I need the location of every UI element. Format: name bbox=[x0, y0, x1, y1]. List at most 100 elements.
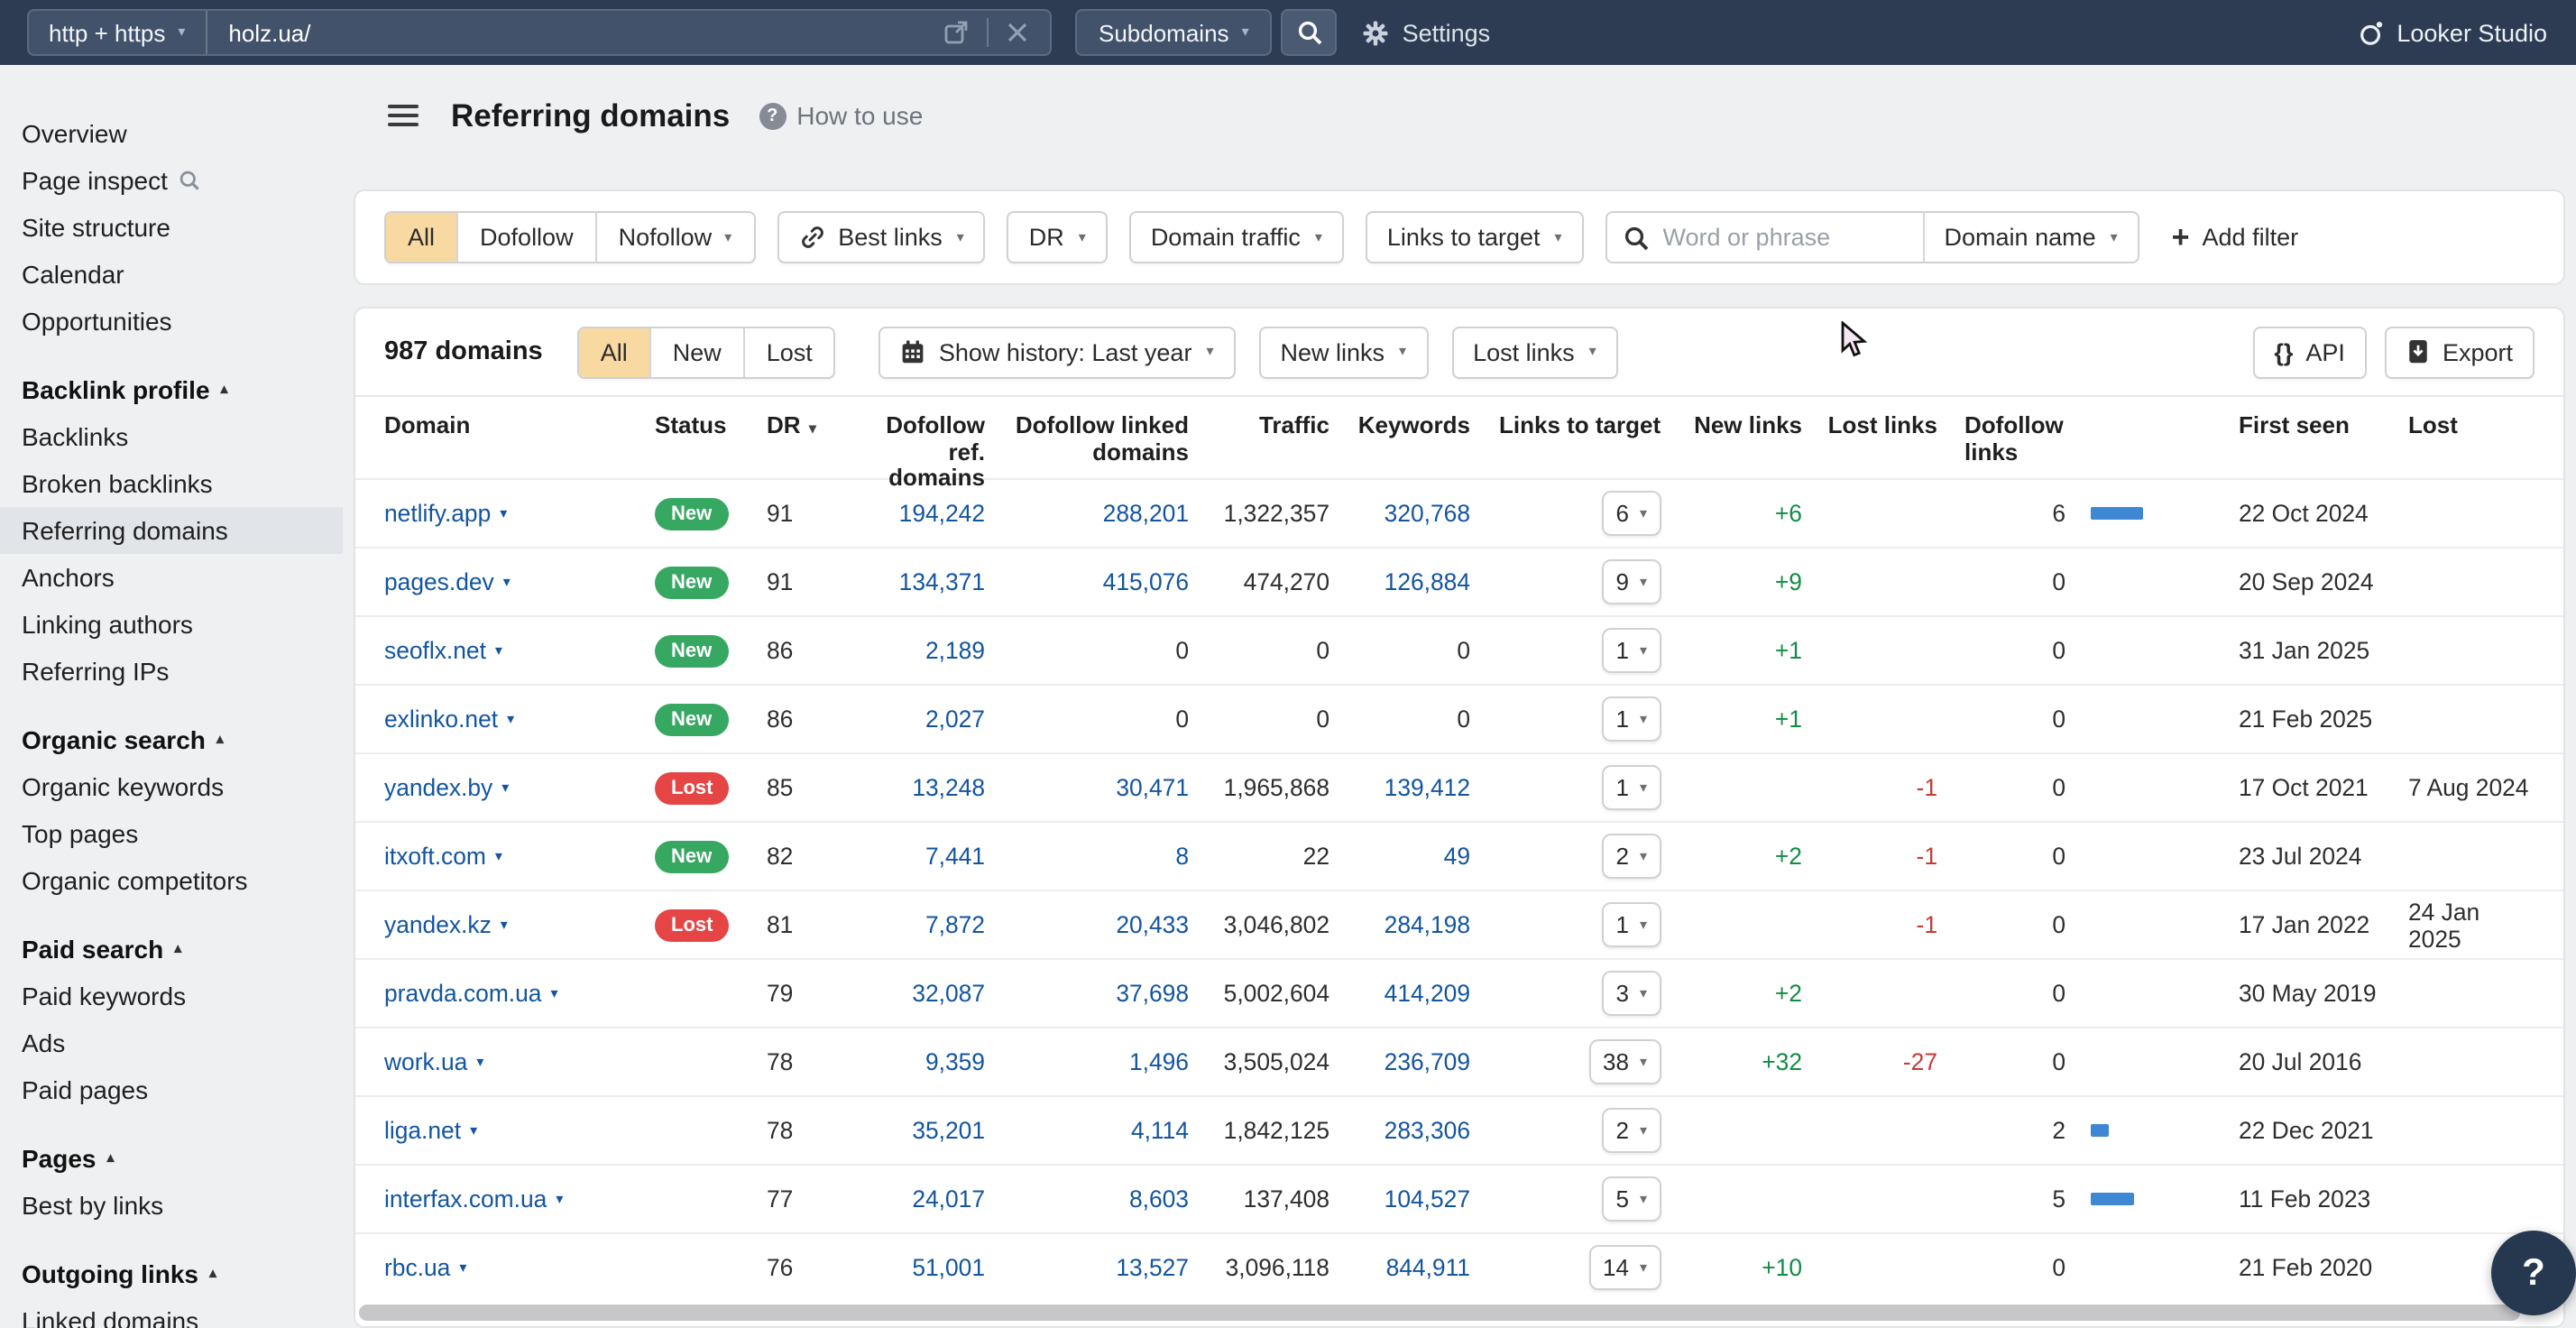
new-links-value[interactable]: +10 bbox=[1679, 1254, 1802, 1281]
search-button[interactable] bbox=[1282, 9, 1338, 56]
how-to-use-link[interactable]: ? How to use bbox=[759, 101, 923, 130]
sidebar-item-calendar[interactable]: Calendar bbox=[0, 251, 343, 298]
keywords-link[interactable]: 104,527 bbox=[1329, 1185, 1470, 1213]
horizontal-scrollbar[interactable] bbox=[359, 1305, 2520, 1321]
col-links-to-target[interactable]: Links to target bbox=[1470, 413, 1679, 439]
dofollow-linked-domains-link[interactable]: 30,471 bbox=[985, 774, 1189, 801]
sidebar-section-paid-search[interactable]: Paid search▴ bbox=[0, 926, 343, 973]
segment-all[interactable]: All bbox=[386, 213, 456, 262]
segment-nofollow[interactable]: Nofollow ▾ bbox=[595, 213, 754, 262]
domain-link[interactable]: liga.net ▾ bbox=[384, 1117, 655, 1144]
sidebar-item-organic-competitors[interactable]: Organic competitors bbox=[0, 857, 343, 904]
new-links-value[interactable]: +1 bbox=[1679, 706, 1802, 733]
dofollow-ref-domains-link[interactable]: 35,201 bbox=[850, 1117, 985, 1144]
dofollow-linked-domains-link[interactable]: 0 bbox=[985, 637, 1189, 664]
links-to-target-select[interactable]: 38 ▾ bbox=[1588, 1039, 1661, 1084]
word-or-phrase-input[interactable] bbox=[1649, 213, 1923, 262]
sidebar-item-top-pages[interactable]: Top pages bbox=[0, 810, 343, 857]
dofollow-ref-domains-link[interactable]: 32,087 bbox=[850, 980, 985, 1007]
links-to-target-select[interactable]: 1 ▾ bbox=[1602, 628, 1662, 673]
keywords-link[interactable]: 283,306 bbox=[1329, 1117, 1470, 1144]
links-to-target-select[interactable]: 9 ▾ bbox=[1602, 559, 1662, 604]
sidebar-item-linking-authors[interactable]: Linking authors bbox=[0, 601, 343, 648]
domain-link[interactable]: itxoft.com ▾ bbox=[384, 843, 655, 870]
domain-link[interactable]: pravda.com.ua ▾ bbox=[384, 980, 655, 1007]
segment-dofollow[interactable]: Dofollow bbox=[456, 213, 595, 262]
external-link-icon[interactable] bbox=[943, 20, 969, 45]
new-links-value[interactable]: +9 bbox=[1679, 568, 1802, 595]
links-to-target-select[interactable]: 1 ▾ bbox=[1602, 902, 1662, 947]
col-dr[interactable]: DR ▾ bbox=[759, 413, 850, 439]
protocol-dropdown[interactable]: http + https ▾ bbox=[29, 11, 207, 54]
show-history-dropdown[interactable]: Show history: Last year ▾ bbox=[879, 326, 1236, 378]
domain-link[interactable]: interfax.com.ua ▾ bbox=[384, 1185, 655, 1213]
new-links-value[interactable]: +2 bbox=[1679, 980, 1802, 1007]
menu-icon[interactable] bbox=[388, 105, 419, 126]
dofollow-ref-domains-link[interactable]: 9,359 bbox=[850, 1048, 985, 1075]
dofollow-ref-domains-link[interactable]: 2,027 bbox=[850, 706, 985, 733]
keywords-link[interactable]: 0 bbox=[1329, 706, 1470, 733]
sidebar-item-page-inspect[interactable]: Page inspect bbox=[0, 157, 343, 204]
sidebar-item-referring-domains[interactable]: Referring domains bbox=[0, 507, 343, 554]
best-links-filter-button[interactable]: Best links ▾ bbox=[777, 211, 986, 263]
search-mode-dropdown[interactable]: Domain name ▾ bbox=[1923, 213, 2138, 262]
sidebar-item-opportunities[interactable]: Opportunities bbox=[0, 298, 343, 345]
sidebar-item-best-by-links[interactable]: Best by links bbox=[0, 1182, 343, 1229]
sidebar-item-paid-keywords[interactable]: Paid keywords bbox=[0, 973, 343, 1019]
links-to-target-select[interactable]: 6 ▾ bbox=[1602, 491, 1662, 536]
settings-button[interactable]: Settings bbox=[1363, 19, 1491, 46]
links-to-target-select[interactable]: 1 ▾ bbox=[1602, 696, 1662, 742]
col-dofollow-ref-domains[interactable]: Dofollow ref. domains bbox=[850, 413, 985, 492]
add-filter-button[interactable]: + Add filter bbox=[2172, 222, 2298, 253]
sidebar-item-overview[interactable]: Overview bbox=[0, 110, 343, 157]
domain-link[interactable]: seoflx.net ▾ bbox=[384, 637, 655, 664]
keywords-link[interactable]: 236,709 bbox=[1329, 1048, 1470, 1075]
dofollow-linked-domains-link[interactable]: 8,603 bbox=[985, 1185, 1189, 1213]
links-to-target-select[interactable]: 3 ▾ bbox=[1602, 971, 1662, 1016]
dofollow-linked-domains-link[interactable]: 8 bbox=[985, 843, 1189, 870]
domain-link[interactable]: pages.dev ▾ bbox=[384, 568, 655, 595]
dofollow-ref-domains-link[interactable]: 51,001 bbox=[850, 1254, 985, 1281]
new-links-value[interactable]: +1 bbox=[1679, 637, 1802, 664]
dofollow-linked-domains-link[interactable]: 4,114 bbox=[985, 1117, 1189, 1144]
col-new-links[interactable]: New links bbox=[1679, 413, 1802, 439]
keywords-link[interactable]: 139,412 bbox=[1329, 774, 1470, 801]
sidebar-item-broken-backlinks[interactable]: Broken backlinks bbox=[0, 460, 343, 507]
looker-studio-button[interactable]: Looker Studio bbox=[2357, 19, 2547, 46]
dofollow-linked-domains-link[interactable]: 37,698 bbox=[985, 980, 1189, 1007]
dofollow-ref-domains-link[interactable]: 24,017 bbox=[850, 1185, 985, 1213]
domain-link[interactable]: exlinko.net ▾ bbox=[384, 706, 655, 733]
keywords-link[interactable]: 126,884 bbox=[1329, 568, 1470, 595]
new-links-value[interactable]: +32 bbox=[1679, 1048, 1802, 1075]
dofollow-ref-domains-link[interactable]: 2,189 bbox=[850, 637, 985, 664]
dofollow-linked-domains-link[interactable]: 20,433 bbox=[985, 911, 1189, 938]
col-status[interactable]: Status bbox=[655, 413, 759, 439]
keywords-link[interactable]: 0 bbox=[1329, 637, 1470, 664]
sidebar-item-anchors[interactable]: Anchors bbox=[0, 554, 343, 601]
domain-link[interactable]: yandex.kz ▾ bbox=[384, 911, 655, 938]
keywords-link[interactable]: 844,911 bbox=[1329, 1254, 1470, 1281]
col-dofollow-linked-domains[interactable]: Dofollow linked domains bbox=[985, 413, 1189, 466]
segment-all[interactable]: All bbox=[579, 327, 649, 376]
keywords-link[interactable]: 414,209 bbox=[1329, 980, 1470, 1007]
dofollow-linked-domains-link[interactable]: 1,496 bbox=[985, 1048, 1189, 1075]
dofollow-linked-domains-link[interactable]: 415,076 bbox=[985, 568, 1189, 595]
links-to-target-filter-button[interactable]: Links to target ▾ bbox=[1366, 211, 1584, 263]
col-keywords[interactable]: Keywords bbox=[1329, 413, 1470, 439]
domain-link[interactable]: rbc.ua ▾ bbox=[384, 1254, 655, 1281]
new-links-value[interactable]: +2 bbox=[1679, 843, 1802, 870]
dofollow-ref-domains-link[interactable]: 7,872 bbox=[850, 911, 985, 938]
dofollow-linked-domains-link[interactable]: 13,527 bbox=[985, 1254, 1189, 1281]
col-lost[interactable]: Lost bbox=[2408, 413, 2538, 439]
lost-links-dropdown[interactable]: Lost links ▾ bbox=[1451, 326, 1618, 378]
sidebar-item-organic-keywords[interactable]: Organic keywords bbox=[0, 763, 343, 810]
export-button[interactable]: Export bbox=[2385, 326, 2535, 378]
dofollow-linked-domains-link[interactable]: 288,201 bbox=[985, 500, 1189, 527]
dofollow-ref-domains-link[interactable]: 13,248 bbox=[850, 774, 985, 801]
dofollow-ref-domains-link[interactable]: 7,441 bbox=[850, 843, 985, 870]
links-to-target-select[interactable]: 5 ▾ bbox=[1602, 1176, 1662, 1222]
sidebar-item-linked-domains[interactable]: Linked domains bbox=[0, 1297, 343, 1328]
col-traffic[interactable]: Traffic bbox=[1189, 413, 1329, 439]
sidebar-section-organic-search[interactable]: Organic search▴ bbox=[0, 716, 343, 763]
lost-links-value[interactable]: -1 bbox=[1802, 843, 1937, 870]
